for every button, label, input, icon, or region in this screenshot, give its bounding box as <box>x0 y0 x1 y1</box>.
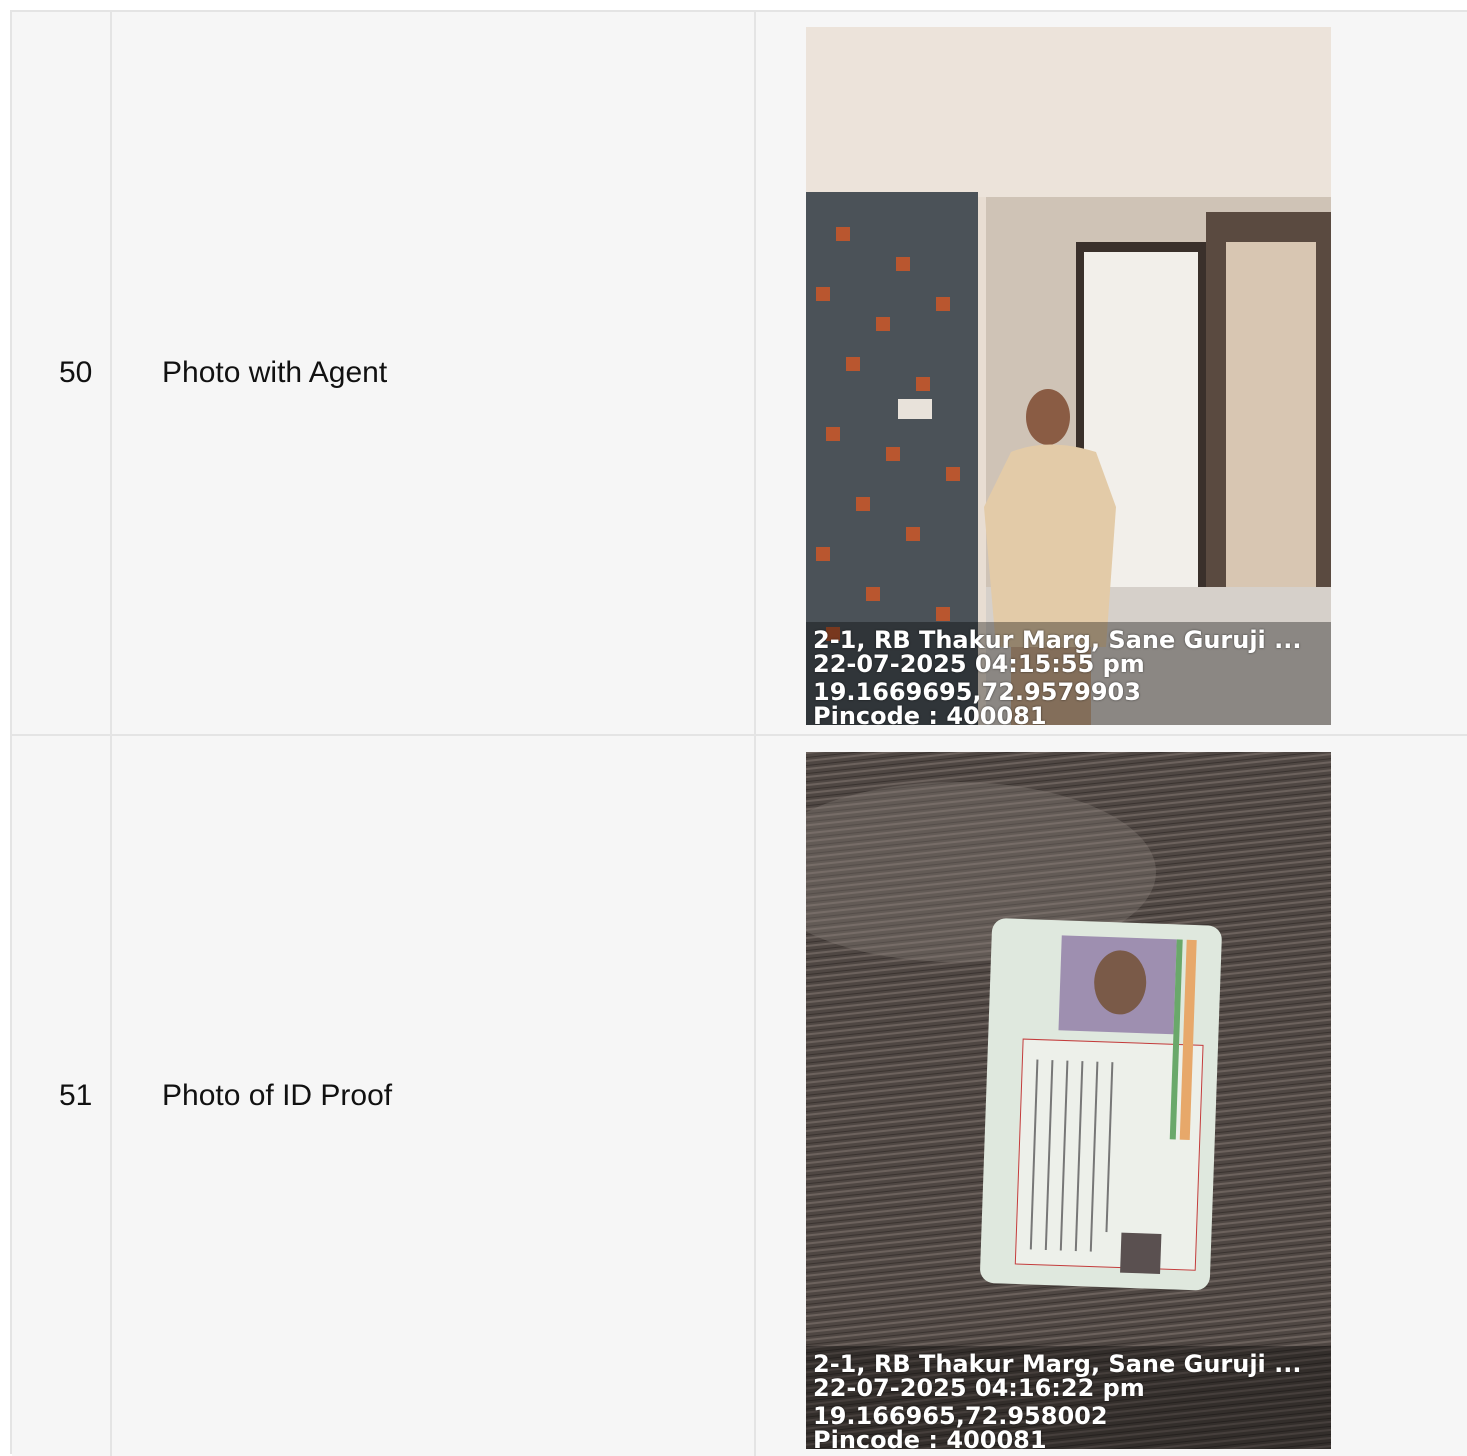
row-number: 50 <box>59 356 93 389</box>
stamp-pincode: Pincode : 400081 <box>813 1426 1047 1449</box>
row-label-cell: Photo of ID Proof <box>112 736 756 1456</box>
row-label: Photo of ID Proof <box>162 1079 393 1112</box>
agent-photo-scene <box>806 27 1331 725</box>
stamp-pincode: Pincode : 400081 <box>813 702 1047 725</box>
row-number-cell: 51 <box>12 736 112 1456</box>
records-table: 50 Photo with Agent 2-1, RB Thakur Marg,… <box>10 10 1467 1456</box>
row-number-cell: 50 <box>12 12 112 734</box>
agent-photo[interactable]: 2-1, RB Thakur Marg, Sane Guruji ... 22-… <box>806 27 1331 725</box>
stamp-timestamp: 22-07-2025 04:15:55 pm <box>813 650 1145 678</box>
row-label-cell: Photo with Agent <box>112 12 756 734</box>
photo-stamp: 2-1, RB Thakur Marg, Sane Guruji ... 22-… <box>806 1346 1331 1449</box>
photo-stamp: 2-1, RB Thakur Marg, Sane Guruji ... 22-… <box>806 622 1331 725</box>
id-card <box>980 918 1222 1291</box>
row-image-cell: 2-1, RB Thakur Marg, Sane Guruji ... 22-… <box>756 12 1467 734</box>
id-proof-photo[interactable]: 2-1, RB Thakur Marg, Sane Guruji ... 22-… <box>806 752 1331 1449</box>
stamp-address: 2-1, RB Thakur Marg, Sane Guruji ... <box>813 626 1302 654</box>
stamp-address: 2-1, RB Thakur Marg, Sane Guruji ... <box>813 1350 1302 1378</box>
stamp-coordinates: 19.1669695,72.9579903 <box>813 678 1141 706</box>
row-image-cell: 2-1, RB Thakur Marg, Sane Guruji ... 22-… <box>756 736 1467 1456</box>
table-row: 51 Photo of ID Proof 2-1, RB Thakur Marg… <box>12 736 1467 1456</box>
row-label: Photo with Agent <box>162 356 388 389</box>
table-row: 50 Photo with Agent 2-1, RB Thakur Marg,… <box>12 12 1467 736</box>
stamp-timestamp: 22-07-2025 04:16:22 pm <box>813 1374 1145 1402</box>
id-proof-scene <box>806 752 1331 1449</box>
stamp-coordinates: 19.166965,72.958002 <box>813 1402 1108 1430</box>
row-number: 51 <box>59 1079 93 1112</box>
